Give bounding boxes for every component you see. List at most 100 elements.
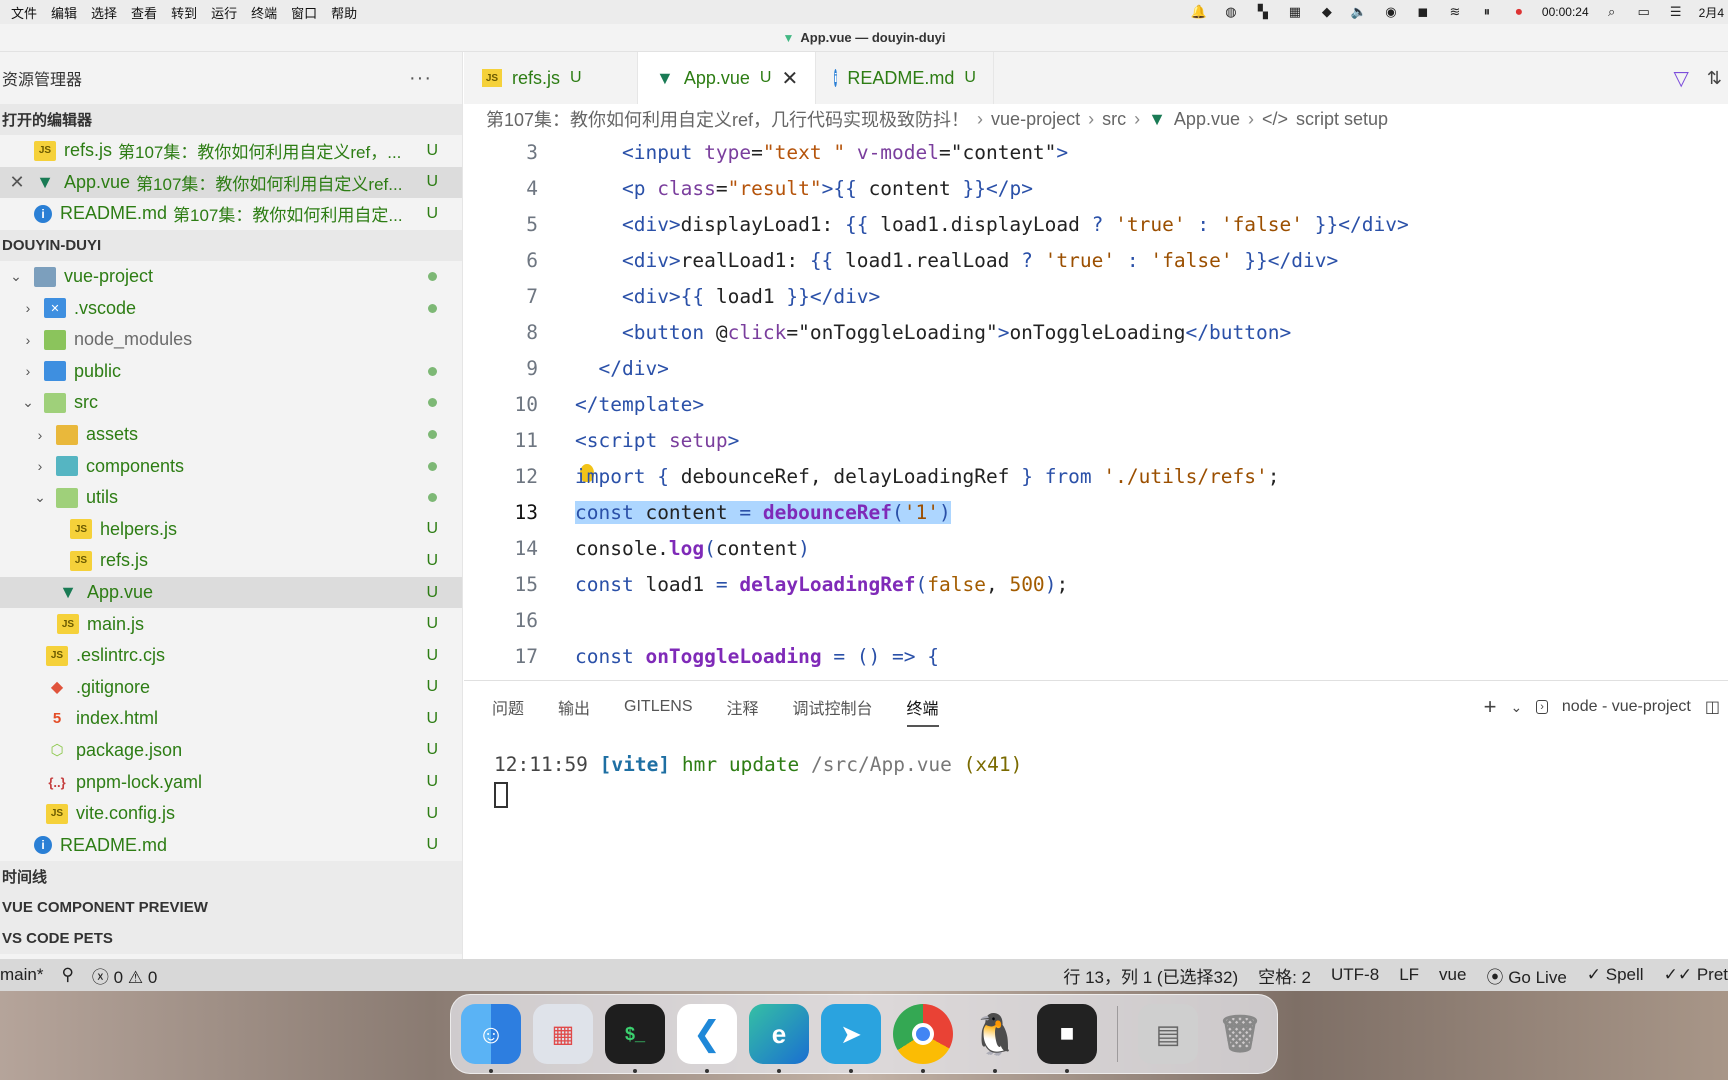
tab-refs[interactable]: JS refs.js U [464, 52, 638, 104]
menu-file[interactable]: 文件 [8, 3, 48, 22]
edge-icon[interactable]: e [749, 1004, 809, 1073]
tree-folder-assets[interactable]: › assets [0, 419, 462, 451]
tree-folder-node-modules[interactable]: › node_modules [0, 324, 462, 356]
end-of-line[interactable]: LF [1399, 965, 1419, 985]
menu-terminal[interactable]: 终端 [248, 3, 288, 22]
launchpad-icon[interactable]: ▦ [533, 1004, 593, 1064]
cat-icon[interactable]: ◆ [1318, 4, 1336, 20]
grid-app-icon[interactable]: ▦ [1286, 4, 1304, 20]
tree-file-pnpm[interactable]: {..} pnpm-lock.yaml U [0, 766, 462, 798]
vite-icon[interactable]: ▽ [1674, 66, 1689, 91]
vue-preview-section[interactable]: VUE COMPONENT PREVIEW [0, 892, 462, 924]
tree-file-index[interactable]: 5 index.html U [0, 703, 462, 735]
public-folder-icon [44, 361, 66, 382]
tree-file-package[interactable]: ⬡ package.json U [0, 735, 462, 767]
terminal-app-icon[interactable]: $_ [605, 1004, 665, 1073]
close-icon[interactable]: ✕ [781, 66, 798, 91]
pets-section[interactable]: VS CODE PETS [0, 923, 462, 955]
tree-folder-vscode[interactable]: › ✕ .vscode [0, 292, 462, 324]
git-branch[interactable]: main* [0, 965, 43, 985]
open-editor-app[interactable]: ✕ ▼ App.vue 第107集：教你如何利用自定义ref... U [0, 166, 462, 199]
project-section[interactable]: DOUYIN-DUYI [0, 229, 462, 261]
finder-icon[interactable]: ☺ [461, 1004, 521, 1073]
menu-edit[interactable]: 编辑 [48, 3, 88, 22]
tree-file-refs[interactable]: JS refs.js U [0, 545, 462, 577]
open-editors-section[interactable]: 打开的编辑器 [0, 104, 462, 135]
tree-file-main[interactable]: JS main.js U [0, 608, 462, 640]
wifi-icon[interactable]: ≋ [1446, 4, 1464, 20]
downloads-stack-icon[interactable]: ▤ [1138, 1004, 1198, 1064]
menu-run[interactable]: 运行 [208, 3, 248, 22]
tab-terminal[interactable]: 终端 [906, 695, 939, 727]
terminal-output[interactable]: 12:11:59 [vite] hmr update /src/App.vue … [464, 733, 1728, 808]
record-icon[interactable]: ⏺ [1510, 4, 1528, 20]
split-terminal-icon[interactable]: ◫ [1705, 697, 1720, 717]
tree-folder-components[interactable]: › components [0, 450, 462, 482]
screen-recorder-icon[interactable]: ■ [1037, 1004, 1097, 1073]
chrome-icon[interactable] [893, 1004, 953, 1073]
tab-debug-console[interactable]: 调试控制台 [793, 695, 873, 719]
close-icon[interactable]: ✕ [0, 172, 34, 193]
breadcrumb-file[interactable]: App.vue [1174, 109, 1240, 130]
spell-button[interactable]: ✓ Spell [1587, 965, 1644, 985]
tab-readme[interactable]: i README.md U [816, 52, 994, 104]
terminal-name[interactable]: node - vue-project [1562, 698, 1691, 716]
chevron-down-icon[interactable]: ⌄ [1511, 699, 1523, 716]
notification-bell-icon[interactable]: 🔔 [1190, 4, 1208, 20]
tree-file-vite[interactable]: JS vite.config.js U [0, 798, 462, 830]
tree-file-helpers[interactable]: JS helpers.js U [0, 514, 462, 546]
language-mode[interactable]: vue [1439, 965, 1466, 985]
menu-go[interactable]: 转到 [168, 3, 208, 22]
search-icon[interactable]: ⌕ [1603, 4, 1621, 20]
tab-problems[interactable]: 问题 [492, 695, 524, 719]
timeline-section[interactable]: 时间线 [0, 861, 462, 893]
tree-folder-src[interactable]: ⌄ src [0, 387, 462, 419]
pause-icon[interactable]: ⏸ [1478, 4, 1496, 20]
tab-output[interactable]: 输出 [558, 695, 590, 719]
telegram-icon[interactable]: ➤ [821, 1004, 881, 1073]
encoding[interactable]: UTF-8 [1331, 965, 1379, 985]
compare-changes-icon[interactable]: ⇅ [1707, 68, 1722, 89]
play-icon[interactable]: ◉ [1382, 4, 1400, 20]
open-editor-readme[interactable]: i README.md 第107集：教你如何利用自定... U [0, 198, 462, 230]
tree-file-gitignore[interactable]: ◆ .gitignore U [0, 672, 462, 704]
add-terminal-icon[interactable]: + [1484, 694, 1497, 720]
cursor-position[interactable]: 行 13，列 1 (已选择32) [1063, 963, 1238, 988]
breadcrumb-project[interactable]: vue-project [991, 109, 1080, 130]
problems-indicator[interactable]: ⓧ 0 ⚠ 0 [92, 963, 157, 988]
tree-file-eslintrc[interactable]: JS .eslintrc.cjs U [0, 640, 462, 672]
breadcrumb-symbol[interactable]: script setup [1296, 109, 1388, 130]
open-editor-desc: 第107集：教你如何利用自定义ref... [136, 174, 403, 194]
tab-comments[interactable]: 注释 [727, 695, 759, 719]
more-actions-icon[interactable]: ··· [409, 67, 432, 90]
qq-penguin-icon[interactable]: 🐧 [965, 1004, 1025, 1073]
tree-file-app[interactable]: ▼ App.vue U [0, 576, 462, 609]
menu-selection[interactable]: 选择 [88, 3, 128, 22]
breadcrumb-src[interactable]: src [1102, 109, 1126, 130]
control-center-icon[interactable]: ☰ [1667, 4, 1685, 20]
menu-view[interactable]: 查看 [128, 3, 168, 22]
wechat-icon[interactable]: ◍ [1222, 4, 1240, 20]
volume-icon[interactable]: 🔈 [1350, 4, 1368, 20]
tree-folder-public[interactable]: › public [0, 356, 462, 388]
app-status-icon[interactable]: ▚ [1254, 4, 1272, 20]
tree-file-readme[interactable]: i README.md U [0, 829, 462, 861]
git-sync-icon[interactable]: ⚲ [61, 965, 73, 985]
tree-folder-vue-project[interactable]: ⌄ vue-project [0, 261, 462, 293]
vscode-icon[interactable]: ❮ [677, 1004, 737, 1073]
menu-window[interactable]: 窗口 [288, 3, 328, 22]
untracked-badge: U [759, 69, 772, 86]
code-editor[interactable]: 3 <input type="text " v-model="content">… [464, 134, 1728, 680]
chevron-right-icon: › [977, 108, 984, 129]
open-editor-refs[interactable]: JS refs.js 第107集：教你如何利用自定义ref，... U [0, 135, 462, 167]
breadcrumb-folder[interactable]: 第107集：教你如何利用自定义ref，几行代码实现极致防抖！ [486, 106, 969, 132]
menu-help[interactable]: 帮助 [328, 3, 368, 22]
trash-icon[interactable]: 🗑 [1210, 1004, 1270, 1064]
tree-folder-utils[interactable]: ⌄ utils [0, 482, 462, 514]
go-live-button[interactable]: ⦿ Go Live [1486, 963, 1566, 988]
prettier-button[interactable]: ✓✓ Pret [1664, 965, 1728, 985]
du-app-icon[interactable]: ◼ [1414, 4, 1432, 20]
tab-gitlens[interactable]: GITLENS [624, 698, 692, 716]
indentation[interactable]: 空格: 2 [1258, 963, 1311, 988]
tab-app[interactable]: ▼ App.vue U ✕ [638, 52, 816, 104]
